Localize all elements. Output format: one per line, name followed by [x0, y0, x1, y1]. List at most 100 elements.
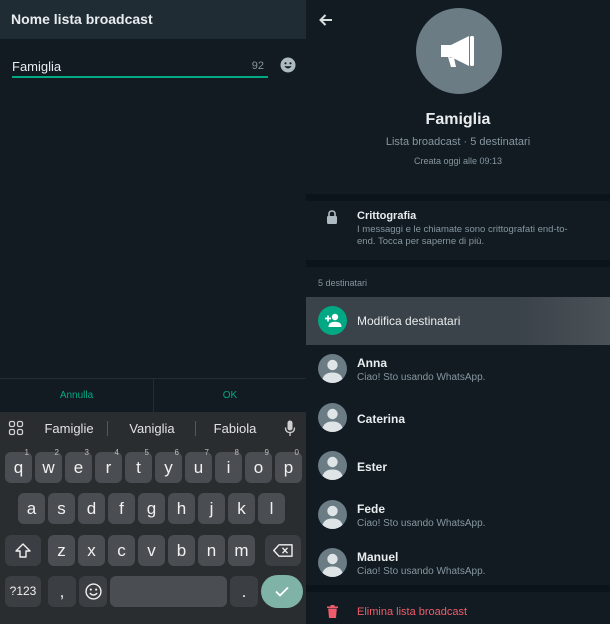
recipients-section: 5 destinatari Modifica destinatari Anna C… [306, 267, 610, 585]
default-avatar [322, 456, 343, 480]
emoji-key[interactable] [79, 576, 107, 607]
default-avatar [322, 553, 343, 577]
key-v[interactable]: v [138, 535, 165, 566]
recipient-row[interactable]: Fede Ciao! Sto usando WhatsApp. [306, 491, 610, 539]
suggestion-1[interactable]: Famiglie [34, 421, 104, 436]
key-w[interactable]: w2 [35, 448, 62, 483]
cancel-button[interactable]: Annulla [0, 379, 153, 413]
key-l[interactable]: l [258, 493, 285, 524]
delete-broadcast-button[interactable]: Elimina lista broadcast [306, 592, 610, 624]
recipient-row[interactable]: Ester [306, 442, 610, 490]
key-j[interactable]: j [198, 493, 225, 524]
key-a[interactable]: a [18, 493, 45, 524]
list-name-value[interactable]: Famiglia [12, 59, 61, 74]
key-m[interactable]: m [228, 535, 255, 566]
lock-icon [327, 210, 337, 224]
key-label: p [283, 458, 294, 477]
encryption-row[interactable]: Crittografia I messaggi e le chiamate so… [306, 201, 610, 260]
dialog-title: Nome lista broadcast [11, 11, 153, 27]
recipient-name: Ester [357, 460, 388, 474]
key-x[interactable]: x [78, 535, 105, 566]
recipient-row[interactable]: Caterina [306, 394, 610, 442]
key-label: t [136, 458, 141, 477]
key-label: i [226, 458, 231, 477]
key-p[interactable]: p0 [275, 448, 302, 483]
key-k[interactable]: k [228, 493, 255, 524]
suggestion-2[interactable]: Vaniglia [114, 421, 190, 436]
key-label: q [13, 458, 24, 477]
recipient-name: Fede [357, 502, 386, 516]
divider [107, 421, 108, 436]
key-c[interactable]: c [108, 535, 135, 566]
key-r[interactable]: r4 [95, 448, 122, 483]
edit-recipients-button[interactable]: Modifica destinatari [306, 297, 610, 345]
person-icon [318, 451, 347, 480]
key-label: n [206, 541, 217, 560]
soft-keyboard: Famiglie Vaniglia Fabiola q1w2e3r4t5y6u7… [0, 412, 306, 624]
symbols-key[interactable]: ?123 [5, 576, 41, 607]
key-h[interactable]: h [168, 493, 195, 524]
encryption-description: I messaggi e le chiamate sono crittograf… [357, 224, 568, 247]
key-e[interactable]: e3 [65, 448, 92, 483]
key-label: h [176, 499, 187, 518]
ok-button[interactable]: OK [154, 379, 306, 413]
key-z[interactable]: z [48, 535, 75, 566]
key-u[interactable]: u7 [185, 448, 212, 483]
encryption-title: Crittografia [357, 210, 417, 222]
key-label: b [176, 541, 187, 560]
key-label: c [117, 541, 126, 560]
emoji-icon[interactable] [280, 57, 296, 73]
key-label: g [146, 499, 157, 518]
microphone-icon[interactable] [284, 420, 296, 437]
key-label: m [234, 541, 249, 560]
key-i[interactable]: i8 [215, 448, 242, 483]
backspace-icon [273, 544, 293, 557]
key-f[interactable]: f [108, 493, 135, 524]
key-label: r [105, 458, 112, 477]
grid-icon[interactable] [8, 420, 24, 436]
backspace-key[interactable] [265, 535, 301, 566]
person-icon [318, 500, 347, 529]
key-y[interactable]: y6 [155, 448, 182, 483]
key-t[interactable]: t5 [125, 448, 152, 483]
comma-key[interactable]: , [48, 576, 76, 607]
list-name-input[interactable]: Famiglia 92 [12, 56, 268, 78]
space-key[interactable] [110, 576, 227, 607]
key-d[interactable]: d [78, 493, 105, 524]
key-s[interactable]: s [48, 493, 75, 524]
key-hint: 9 [264, 448, 269, 457]
key-label: l [269, 499, 274, 518]
emoji-icon [85, 583, 102, 600]
created-time: Creata oggi alle 09:13 [413, 156, 503, 166]
suggestion-3[interactable]: Fabiola [200, 421, 270, 436]
key-g[interactable]: g [138, 493, 165, 524]
delete-broadcast-label: Elimina lista broadcast [357, 606, 468, 618]
recipient-status: Ciao! Sto usando WhatsApp. [357, 518, 486, 529]
key-b[interactable]: b [168, 535, 195, 566]
period-key[interactable]: . [230, 576, 258, 607]
shift-key[interactable] [5, 535, 41, 566]
edit-recipients-label: Modifica destinatari [357, 314, 461, 328]
key-q[interactable]: q1 [5, 448, 32, 483]
key-hint: 1 [24, 448, 29, 457]
key-hint: 2 [54, 448, 59, 457]
suggestion-bar: Famiglie Vaniglia Fabiola [0, 412, 306, 445]
default-avatar [322, 359, 343, 383]
broadcast-avatar[interactable] [416, 8, 502, 94]
enter-key[interactable] [261, 575, 303, 608]
broadcast-subtitle: Lista broadcast · 5 destinatari [385, 136, 531, 148]
back-arrow-icon[interactable] [318, 12, 334, 28]
key-n[interactable]: n [198, 535, 225, 566]
recipient-row[interactable]: Anna Ciao! Sto usando WhatsApp. [306, 345, 610, 393]
recipient-row[interactable]: Manuel Ciao! Sto usando WhatsApp. [306, 539, 610, 587]
profile-block: Famiglia Lista broadcast · 5 destinatari… [306, 0, 610, 194]
key-hint: 7 [204, 448, 209, 457]
default-avatar [322, 505, 343, 529]
key-label: v [147, 541, 156, 560]
key-label: y [164, 458, 173, 477]
key-o[interactable]: o9 [245, 448, 272, 483]
person-icon [318, 548, 347, 577]
recipient-name: Manuel [357, 550, 399, 564]
key-label: a [26, 499, 37, 518]
key-label: k [237, 499, 246, 518]
